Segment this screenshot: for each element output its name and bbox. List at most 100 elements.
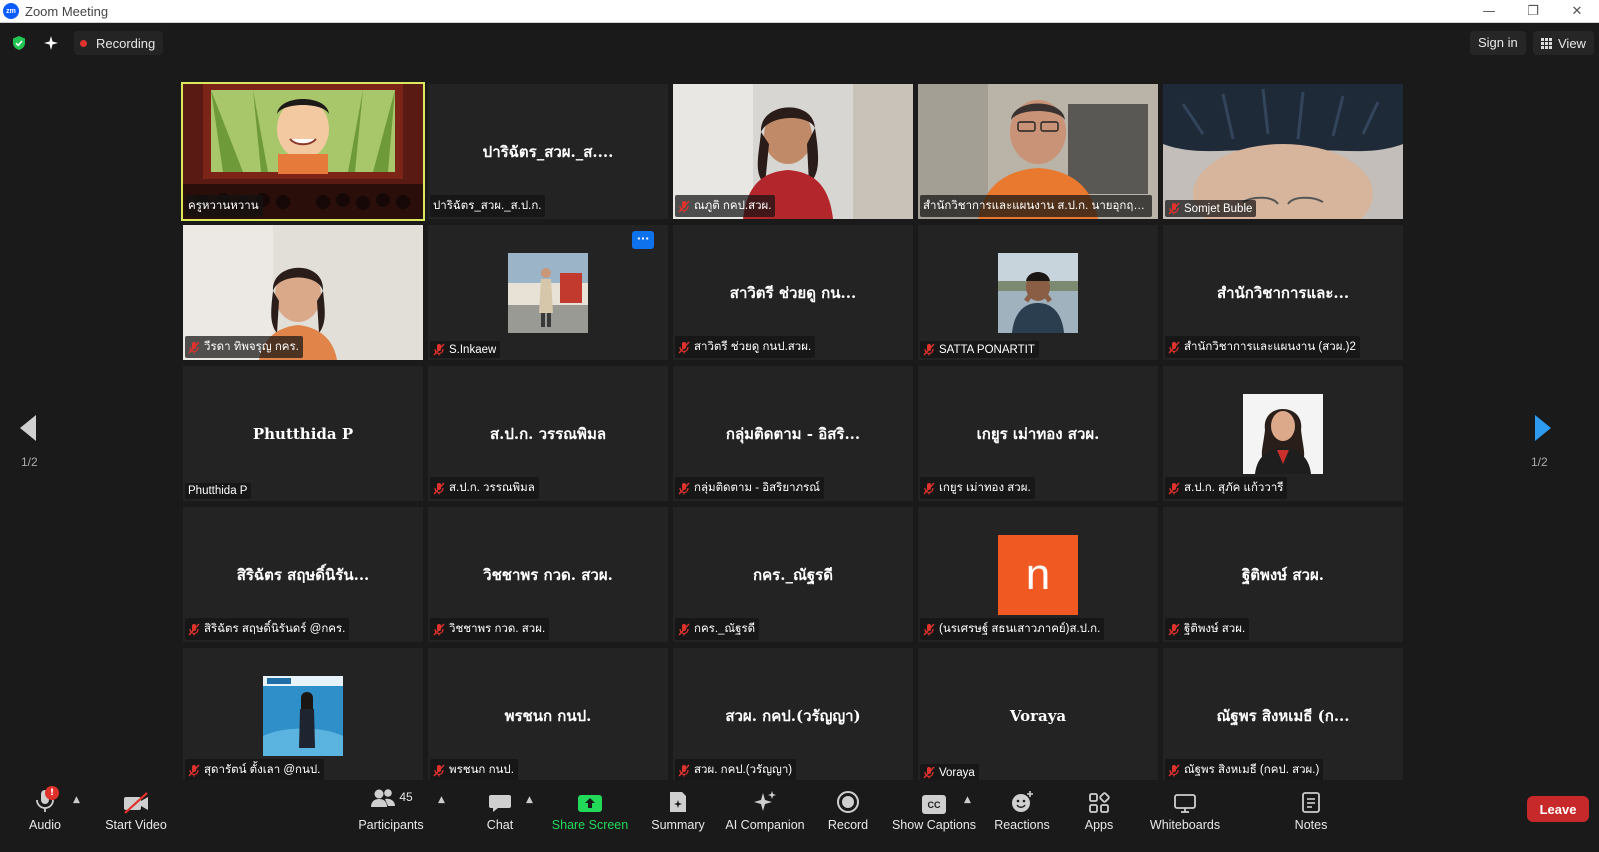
participant-tile[interactable]: กคร._ณัฐรดี กคร._ณัฐรดี bbox=[673, 507, 913, 642]
participant-tile[interactable]: กลุ่มติดตาม - อิสริ... กลุ่มติดตาม - อิสร… bbox=[673, 366, 913, 501]
muted-microphone-icon bbox=[433, 623, 449, 636]
muted-microphone-icon bbox=[1168, 764, 1184, 777]
participant-name-text: เกยูร เม่าทอง สวผ. bbox=[939, 482, 1031, 494]
participant-name-label: สิริฉัตร สฤษดิ์นิรันดร์ @กคร. bbox=[185, 618, 350, 640]
participant-name-label: ส.ป.ก. วรรณพิมล bbox=[430, 477, 539, 499]
participant-display-name: ส.ป.ก. วรรณพิมล bbox=[489, 424, 607, 443]
participant-name-label: ฐิติพงษ์ สวผ. bbox=[1165, 618, 1250, 640]
participant-tile[interactable]: ณัฐพร สิงหเมธี (ก... ณัฐพร สิงหเมธี (กคป.… bbox=[1163, 648, 1403, 783]
captions-options-caret-icon[interactable]: ▲ bbox=[964, 795, 971, 805]
muted-microphone-icon bbox=[923, 766, 939, 779]
muted-microphone-icon bbox=[1168, 623, 1184, 636]
recording-indicator[interactable]: Recording bbox=[74, 31, 164, 55]
participant-name-label: เกยูร เม่าทอง สวผ. bbox=[920, 477, 1035, 499]
close-icon[interactable]: ✕ bbox=[1555, 0, 1599, 23]
participant-name-label: ณภูติ กคป.สวผ. bbox=[675, 195, 776, 217]
participant-tile[interactable]: สวผ. กคป.(วรัญญา) สวผ. กคป.(วรัญญา) bbox=[673, 648, 913, 783]
participant-tile[interactable]: SATTA PONARTIT bbox=[918, 225, 1158, 360]
participant-name-label: สำนักวิชาการและแผนงาน ส.ป.ก. นายอุกฤษฏ์.… bbox=[920, 195, 1152, 217]
participant-tile[interactable]: วีรดา ทิพจรุญ กคร. bbox=[183, 225, 423, 360]
participant-name-label: Voraya bbox=[920, 764, 979, 781]
participant-display-name: Phutthida P bbox=[252, 424, 354, 443]
chat-icon bbox=[489, 795, 511, 812]
muted-microphone-icon bbox=[188, 764, 204, 777]
audio-options-caret-icon[interactable]: ▲ bbox=[73, 795, 80, 805]
participant-tile[interactable]: n (นรเศรษฐ์ สธนเสาวภาคย์)ส.ป.ก. bbox=[918, 507, 1158, 642]
participant-tile[interactable]: สิริฉัตร สฤษดิ์นิรัน... สิริฉัตร สฤษดิ์นิ… bbox=[183, 507, 423, 642]
muted-microphone-icon bbox=[923, 482, 939, 495]
participant-tile[interactable]: ณภูติ กคป.สวผ. bbox=[673, 84, 913, 219]
restore-icon[interactable]: ❐ bbox=[1511, 0, 1555, 23]
audio-warning-badge: ! bbox=[45, 786, 59, 800]
chat-label: Chat bbox=[486, 818, 514, 832]
zoom-app-icon: zm bbox=[3, 3, 19, 19]
muted-microphone-icon bbox=[678, 341, 694, 354]
participant-name-text: สำนักวิชาการและแผนงาน (สวผ.)2 bbox=[1184, 341, 1356, 353]
muted-microphone-icon bbox=[678, 200, 694, 213]
notes-button[interactable]: Notes bbox=[1291, 780, 1331, 840]
minimize-icon[interactable]: — bbox=[1467, 0, 1511, 23]
participant-tile[interactable]: สำนักวิชาการและ... สำนักวิชาการและแผนงาน … bbox=[1163, 225, 1403, 360]
participant-name-label: สำนักวิชาการและแผนงาน (สวผ.)2 bbox=[1165, 336, 1360, 358]
next-page-arrow-icon[interactable] bbox=[1533, 414, 1553, 442]
start-video-label: Start Video bbox=[105, 818, 167, 832]
participants-button[interactable]: 45 Participants bbox=[358, 780, 424, 840]
participant-tile[interactable]: Somjet Buble bbox=[1163, 84, 1403, 219]
previous-page-arrow-icon[interactable] bbox=[18, 414, 38, 442]
participant-tile[interactable]: Voraya Voraya bbox=[918, 648, 1158, 783]
participant-name-label: ส.ป.ก. สุภัค แก้ววารี bbox=[1165, 477, 1288, 499]
participant-tile[interactable]: Phutthida P Phutthida P bbox=[183, 366, 423, 501]
participant-name-label: S.Inkaew bbox=[430, 341, 501, 358]
participant-name-text: ฐิติพงษ์ สวผ. bbox=[1184, 623, 1246, 635]
sign-in-button[interactable]: Sign in bbox=[1470, 31, 1526, 55]
tile-more-options-button[interactable]: ··· bbox=[632, 231, 654, 249]
participant-name-text: Somjet Buble bbox=[1184, 202, 1253, 215]
encryption-shield-icon[interactable] bbox=[11, 35, 27, 51]
participant-name-text: สิริฉัตร สฤษดิ์นิรันดร์ @กคร. bbox=[204, 623, 346, 635]
participant-tile[interactable]: ฐิติพงษ์ สวผ. ฐิติพงษ์ สวผ. bbox=[1163, 507, 1403, 642]
participant-tile[interactable]: ส.ป.ก. สุภัค แก้ววารี bbox=[1163, 366, 1403, 501]
ai-companion-button[interactable]: AI Companion bbox=[725, 780, 805, 840]
summary-label: Summary bbox=[651, 818, 705, 832]
participant-display-name: สิริฉัตร สฤษดิ์นิรัน... bbox=[236, 565, 370, 584]
participant-tile[interactable]: พรชนก กนป. พรชนก กนป. bbox=[428, 648, 668, 783]
muted-microphone-icon bbox=[188, 341, 204, 354]
muted-microphone-icon bbox=[1168, 341, 1184, 354]
chat-options-caret-icon[interactable]: ▲ bbox=[526, 795, 533, 805]
participant-tile[interactable]: ครูหวานหวาน bbox=[181, 82, 425, 221]
participant-tile[interactable]: สาวิตรี ช่วยดู กน... สาวิตรี ช่วยดู กนป.ส… bbox=[673, 225, 913, 360]
participant-tile[interactable]: สำนักวิชาการและแผนงาน ส.ป.ก. นายอุกฤษฏ์.… bbox=[918, 84, 1158, 219]
participant-name-text: ส.ป.ก. สุภัค แก้ววารี bbox=[1184, 482, 1284, 494]
participant-name-text: ส.ป.ก. วรรณพิมล bbox=[449, 482, 535, 494]
meeting-toolbar: Audio ! ▲ Start Video 45 Participants ▲ bbox=[0, 780, 1599, 852]
reactions-button[interactable]: Reactions bbox=[992, 780, 1052, 840]
participant-display-name: พรชนก กนป. bbox=[504, 706, 592, 725]
apps-button[interactable]: Apps bbox=[1079, 780, 1119, 840]
show-captions-button[interactable]: CC Show Captions bbox=[892, 780, 976, 840]
start-video-button[interactable]: Start Video bbox=[105, 780, 167, 840]
participant-tile[interactable]: ส.ป.ก. วรรณพิมล ส.ป.ก. วรรณพิมล bbox=[428, 366, 668, 501]
whiteboard-icon bbox=[1174, 794, 1196, 813]
record-label: Record bbox=[827, 818, 869, 832]
participant-tile[interactable]: ปาริฉัตร_สวผ._ส.... ปาริฉัตร_สวผ._ส.ป.ก. bbox=[428, 84, 668, 219]
share-screen-button[interactable]: Share Screen bbox=[552, 780, 628, 840]
summary-button[interactable]: Summary bbox=[650, 780, 706, 840]
participant-tile[interactable]: ··· S.Inkaew bbox=[428, 225, 668, 360]
record-button[interactable]: Record bbox=[826, 780, 870, 840]
participant-tile[interactable]: สุดารัตน์ ตั้งเลา @กนป. bbox=[183, 648, 423, 783]
participant-display-name: กลุ่มติดตาม - อิสริ... bbox=[725, 424, 861, 443]
leave-button[interactable]: Leave bbox=[1527, 796, 1589, 822]
chat-button[interactable]: Chat bbox=[482, 780, 518, 840]
participant-name-label: วีรดา ทิพจรุญ กคร. bbox=[185, 336, 303, 358]
participant-tile[interactable]: วิชชาพร กวด. สวผ. วิชชาพร กวด. สวผ. bbox=[428, 507, 668, 642]
whiteboards-button[interactable]: Whiteboards bbox=[1147, 780, 1223, 840]
participant-tile[interactable]: เกยูร เม่าทอง สวผ. เกยูร เม่าทอง สวผ. bbox=[918, 366, 1158, 501]
ai-sparkle-icon[interactable] bbox=[43, 35, 59, 51]
muted-microphone-icon bbox=[433, 764, 449, 777]
view-button[interactable]: View bbox=[1533, 31, 1594, 55]
participant-name-label: พรชนก กนป. bbox=[430, 759, 518, 781]
participant-display-name: กคร._ณัฐรดี bbox=[753, 565, 833, 584]
notes-icon bbox=[1302, 792, 1320, 813]
participants-options-caret-icon[interactable]: ▲ bbox=[438, 795, 445, 805]
muted-microphone-icon bbox=[1168, 482, 1184, 495]
